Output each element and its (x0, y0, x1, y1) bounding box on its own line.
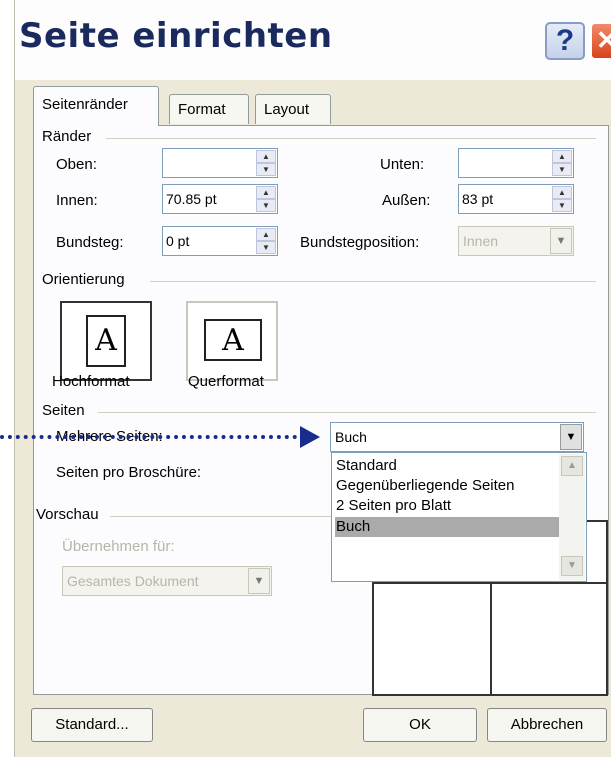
close-icon[interactable] (590, 22, 611, 60)
spin-down-icon[interactable]: ▼ (256, 199, 276, 212)
scroll-up-icon[interactable]: ▲ (561, 456, 583, 476)
apply-to-label: Übernehmen für: (62, 538, 175, 555)
apply-to-select: Gesamtes Dokument ▼ (62, 566, 272, 596)
annotation-arrowhead (300, 426, 320, 448)
innen-spinner[interactable]: 70.85 pt ▲ ▼ (162, 184, 278, 214)
mehrere-seiten-dropdown-list[interactable]: Standard Gegenüberliegende Seiten 2 Seit… (331, 452, 587, 582)
bundsteg-spinner[interactable]: 0 pt ▲ ▼ (162, 226, 278, 256)
chevron-down-icon: ▼ (550, 228, 572, 254)
dialog-title: Seite einrichten (19, 16, 333, 56)
page-setup-dialog: Seite einrichten ? Seitenränder Format L… (14, 0, 611, 757)
pages-group-label: Seiten (42, 402, 85, 419)
orientation-group-label: Orientierung (42, 271, 125, 288)
mehrere-seiten-select[interactable]: Buch ▼ (330, 422, 584, 452)
preview-spine (490, 582, 492, 694)
tab-format[interactable]: Format (169, 94, 249, 124)
bundstegposition-select: Innen ▼ (458, 226, 574, 256)
standard-button[interactable]: Standard... (31, 708, 153, 742)
portrait-page-icon: A (86, 315, 126, 367)
landscape-label: Querformat (188, 373, 264, 390)
spin-down-icon[interactable]: ▼ (256, 163, 276, 176)
spin-down-icon[interactable]: ▼ (552, 163, 572, 176)
tab-layout[interactable]: Layout (255, 94, 331, 124)
bundsteg-label: Bundsteg: (56, 234, 124, 251)
spin-up-icon[interactable]: ▲ (256, 186, 276, 199)
list-item[interactable]: 2 Seiten pro Blatt (335, 496, 451, 516)
landscape-page-icon: A (204, 319, 262, 361)
bundstegposition-label: Bundstegposition: (300, 234, 420, 251)
unten-spinner[interactable]: ▲ ▼ (458, 148, 574, 178)
spin-down-icon[interactable]: ▼ (552, 199, 572, 212)
divider (150, 281, 596, 282)
broschuere-label: Seiten pro Broschüre: (56, 464, 202, 481)
chevron-down-icon: ▼ (248, 568, 270, 594)
landscape-button[interactable]: A (186, 301, 278, 381)
aussen-label: Außen: (382, 192, 431, 209)
divider (106, 138, 596, 139)
spin-up-icon[interactable]: ▲ (256, 150, 276, 163)
oben-spinner[interactable]: ▲ ▼ (162, 148, 278, 178)
list-item[interactable]: Gegenüberliegende Seiten (335, 476, 514, 496)
unten-label: Unten: (380, 156, 425, 173)
margins-group-label: Ränder (42, 128, 92, 145)
spin-up-icon[interactable]: ▲ (256, 228, 276, 241)
scroll-down-icon[interactable]: ▼ (561, 556, 583, 576)
tab-seitenraender[interactable]: Seitenränder (33, 86, 159, 126)
spin-down-icon[interactable]: ▼ (256, 241, 276, 254)
ok-button[interactable]: OK (363, 708, 477, 742)
aussen-spinner[interactable]: 83 pt ▲ ▼ (458, 184, 574, 214)
innen-label: Innen: (56, 192, 98, 209)
portrait-button[interactable]: A (60, 301, 152, 381)
dropdown-scrollbar[interactable]: ▲ ▼ (559, 454, 585, 580)
help-button[interactable]: ? (545, 22, 585, 60)
annotation-arrow-line (0, 435, 305, 439)
chevron-down-icon[interactable]: ▼ (560, 424, 582, 450)
spin-up-icon[interactable]: ▲ (552, 186, 572, 199)
oben-label: Oben: (56, 156, 97, 173)
preview-group-label: Vorschau (36, 506, 99, 523)
cancel-button[interactable]: Abbrechen (487, 708, 607, 742)
spin-up-icon[interactable]: ▲ (552, 150, 572, 163)
portrait-label: Hochformat (52, 373, 130, 390)
title-bar: Seite einrichten ? (15, 0, 611, 80)
list-item-selected[interactable]: Buch (335, 517, 562, 537)
list-item[interactable]: Standard (335, 456, 397, 476)
divider (98, 412, 596, 413)
divider (110, 516, 340, 517)
